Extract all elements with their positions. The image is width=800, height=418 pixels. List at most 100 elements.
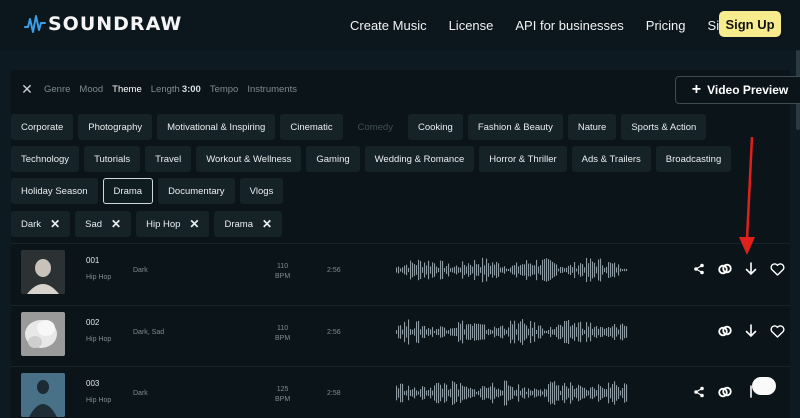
theme-chip[interactable]: Travel [145, 146, 192, 172]
theme-chip[interactable]: Gaming [306, 146, 360, 172]
close-icon[interactable]: ✕ [20, 82, 34, 96]
filter-bar: ✕ Genre Mood Theme Length 3:00 Tempo Inst… [11, 70, 800, 108]
track-waveform[interactable] [396, 318, 628, 346]
waveform-bar [434, 263, 436, 277]
heart-icon[interactable] [766, 320, 788, 342]
theme-chip[interactable]: Ads & Trailers [571, 146, 651, 172]
waveform-bar [494, 387, 496, 399]
waveform-bar [516, 329, 518, 335]
theme-chip[interactable]: Horror & Thriller [479, 146, 567, 172]
theme-chip[interactable]: Sports & Action [621, 114, 707, 140]
waveform-bar [618, 329, 620, 335]
waveform-bar [404, 391, 406, 395]
theme-chip[interactable]: Cinematic [280, 114, 343, 140]
tab-genre[interactable]: Genre [44, 84, 70, 95]
theme-chip[interactable]: Holiday Season [11, 178, 98, 204]
theme-chip[interactable]: Nature [567, 114, 617, 140]
theme-chip[interactable]: Documentary [158, 178, 235, 204]
track-row[interactable]: 003 Hip Hop Dark 125 BPM 2:58 [11, 366, 790, 418]
track-row[interactable]: 002 Hip Hop Dark, Sad 110 BPM 2:56 [11, 305, 790, 365]
tab-mood[interactable]: Mood [79, 84, 103, 95]
share-icon[interactable] [688, 258, 710, 280]
waveform-bar [418, 259, 420, 281]
active-tag[interactable]: Sad ✕ [75, 211, 132, 237]
theme-chip[interactable]: Tutorials [84, 146, 141, 172]
waveform-bar [546, 330, 548, 334]
waveform-bar [548, 329, 550, 335]
active-tag[interactable]: Dark ✕ [11, 211, 71, 237]
theme-chip[interactable]: Broadcasting [655, 146, 732, 172]
waveform-bar [462, 320, 464, 344]
waveform-bar [522, 264, 524, 276]
waveform-bar [574, 323, 576, 341]
nav-license[interactable]: License [449, 18, 494, 33]
theme-chip[interactable]: Corporate [11, 114, 74, 140]
nav-pricing[interactable]: Pricing [646, 18, 686, 33]
remove-tag-icon[interactable]: ✕ [50, 217, 60, 231]
chat-icon[interactable] [752, 377, 776, 395]
theme-chip-selected[interactable]: Drama [102, 178, 154, 204]
theme-chip[interactable]: Cooking [407, 114, 463, 140]
waveform-bar [518, 384, 520, 402]
sign-up-button[interactable]: Sign Up [719, 11, 781, 37]
link-icon[interactable] [714, 320, 736, 342]
waveform-bar [542, 259, 544, 281]
waveform-bar [612, 263, 614, 277]
tag-label: Dark [21, 218, 42, 230]
waveform-bar [428, 328, 430, 336]
soundraw-logo[interactable]: SOUNDRAW [24, 13, 182, 35]
track-thumbnail[interactable] [21, 250, 65, 294]
track-genre: Hip Hop [86, 336, 112, 343]
theme-chip[interactable]: Technology [11, 146, 80, 172]
remove-tag-icon[interactable]: ✕ [262, 217, 272, 231]
theme-chip[interactable]: Motivational & Inspiring [157, 114, 276, 140]
waveform-bar [418, 391, 420, 395]
download-icon[interactable] [740, 320, 762, 342]
theme-chip[interactable]: Workout & Wellness [196, 146, 302, 172]
waveform-bar [614, 381, 616, 405]
tab-length[interactable]: Length 3:00 [151, 84, 201, 95]
nav-api[interactable]: API for businesses [515, 18, 623, 33]
heart-icon[interactable] [766, 258, 788, 280]
waveform-bar [608, 382, 610, 404]
waveform-bar [610, 327, 612, 337]
active-tag[interactable]: Drama ✕ [214, 211, 283, 237]
waveform-bar [428, 389, 430, 397]
waveform-bar [414, 264, 416, 276]
waveform-bar [522, 319, 524, 345]
theme-chip[interactable]: Vlogs [239, 178, 284, 204]
waveform-bar [516, 389, 518, 397]
waveform-bar [524, 264, 526, 276]
tab-tempo[interactable]: Tempo [210, 84, 239, 95]
remove-tag-icon[interactable]: ✕ [189, 217, 199, 231]
waveform-bar [464, 329, 466, 335]
waveform-bar [540, 389, 542, 397]
link-icon[interactable] [714, 381, 736, 403]
download-icon[interactable] [740, 258, 762, 280]
waveform-bar [496, 261, 498, 279]
active-tag[interactable]: Hip Hop ✕ [136, 211, 210, 237]
waveform-bar [440, 326, 442, 338]
tab-instruments[interactable]: Instruments [247, 84, 297, 95]
remove-tag-icon[interactable]: ✕ [111, 217, 121, 231]
waveform-bar [598, 328, 600, 336]
share-icon[interactable] [688, 381, 710, 403]
theme-chip[interactable]: Fashion & Beauty [467, 114, 563, 140]
track-mood: Dark [133, 267, 148, 274]
tab-theme[interactable]: Theme [112, 84, 142, 95]
waveform-bar [560, 266, 562, 274]
theme-chip[interactable]: Wedding & Romance [364, 146, 475, 172]
track-waveform[interactable] [396, 256, 628, 284]
waveform-bar [590, 258, 592, 282]
link-icon[interactable] [714, 258, 736, 280]
track-length: 2:56 [327, 267, 341, 274]
waveform-bar [452, 380, 454, 406]
track-thumbnail[interactable] [21, 312, 65, 356]
theme-chip[interactable]: Photography [78, 114, 153, 140]
track-waveform[interactable] [396, 379, 628, 407]
nav-create-music[interactable]: Create Music [350, 18, 427, 33]
video-preview-button[interactable]: + Video Preview [675, 76, 800, 104]
track-number: 003 [86, 379, 100, 388]
track-thumbnail[interactable] [21, 373, 65, 417]
track-row[interactable]: 001 Hip Hop Dark 110 BPM 2:56 [11, 243, 790, 303]
